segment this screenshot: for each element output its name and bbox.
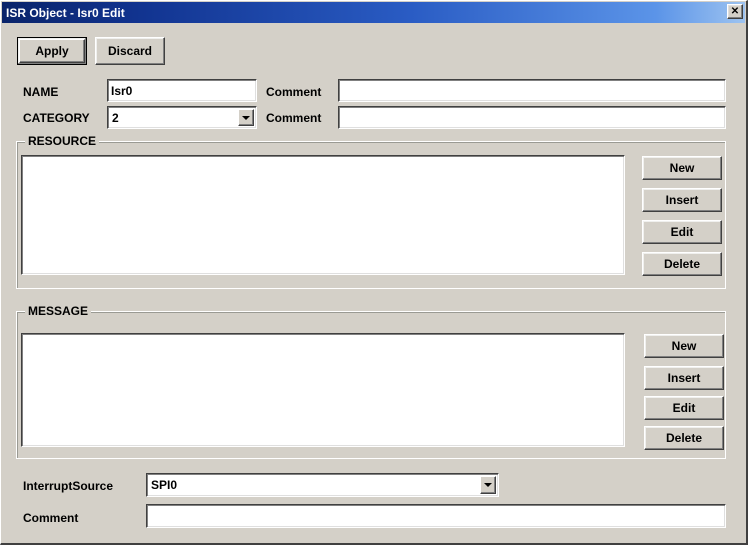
resource-edit-button[interactable]: Edit: [642, 220, 722, 244]
message-new-button-label: New: [671, 339, 697, 353]
category-combobox[interactable]: 2: [107, 106, 257, 129]
message-insert-button-label: Insert: [667, 371, 701, 385]
resource-group-label: RESOURCE: [25, 134, 100, 148]
discard-button-label: Discard: [107, 44, 153, 58]
message-new-button[interactable]: New: [644, 334, 724, 358]
message-edit-button[interactable]: Edit: [644, 396, 724, 420]
resource-edit-button-label: Edit: [670, 225, 694, 239]
category-comment-input[interactable]: [338, 106, 726, 129]
resource-insert-button-label: Insert: [665, 193, 699, 207]
message-edit-button-label: Edit: [672, 401, 696, 415]
category-label: CATEGORY: [23, 111, 90, 125]
interrupt-source-combobox[interactable]: SPI0: [146, 473, 499, 497]
category-combobox-value: 2: [112, 110, 119, 125]
close-icon[interactable]: ✕: [727, 4, 743, 19]
window-titlebar[interactable]: ISR Object - Isr0 Edit ✕: [2, 2, 745, 23]
resource-listbox[interactable]: [21, 155, 625, 275]
chevron-down-glyph: [242, 115, 250, 120]
resource-delete-button[interactable]: Delete: [642, 252, 722, 276]
footer-comment-input[interactable]: [146, 504, 726, 528]
resource-new-button-label: New: [669, 161, 695, 175]
name-comment-input[interactable]: [338, 79, 726, 102]
resource-new-button[interactable]: New: [642, 156, 722, 180]
name-input-value: Isr0: [111, 83, 133, 98]
name-input[interactable]: Isr0: [107, 79, 257, 102]
isr-object-edit-window: ISR Object - Isr0 Edit ✕ Apply Discard N…: [0, 0, 748, 545]
interrupt-source-label: InterruptSource: [23, 479, 114, 493]
chevron-down-icon[interactable]: [480, 476, 496, 494]
message-group-label: MESSAGE: [25, 304, 92, 318]
name-label: NAME: [23, 85, 59, 99]
apply-button[interactable]: Apply: [17, 37, 87, 65]
message-insert-button[interactable]: Insert: [644, 366, 724, 390]
resource-delete-button-label: Delete: [663, 257, 701, 271]
resource-insert-button[interactable]: Insert: [642, 188, 722, 212]
message-delete-button[interactable]: Delete: [644, 426, 724, 450]
interrupt-source-combobox-value: SPI0: [151, 478, 178, 492]
message-listbox[interactable]: [21, 333, 625, 447]
apply-button-label: Apply: [35, 44, 69, 58]
discard-button[interactable]: Discard: [95, 37, 165, 65]
name-comment-label: Comment: [266, 85, 322, 99]
chevron-down-icon[interactable]: [238, 109, 254, 126]
window-title: ISR Object - Isr0 Edit: [6, 5, 125, 20]
category-comment-label: Comment: [266, 111, 322, 125]
chevron-down-glyph: [484, 483, 492, 487]
footer-comment-label: Comment: [23, 511, 79, 525]
message-delete-button-label: Delete: [665, 431, 703, 445]
